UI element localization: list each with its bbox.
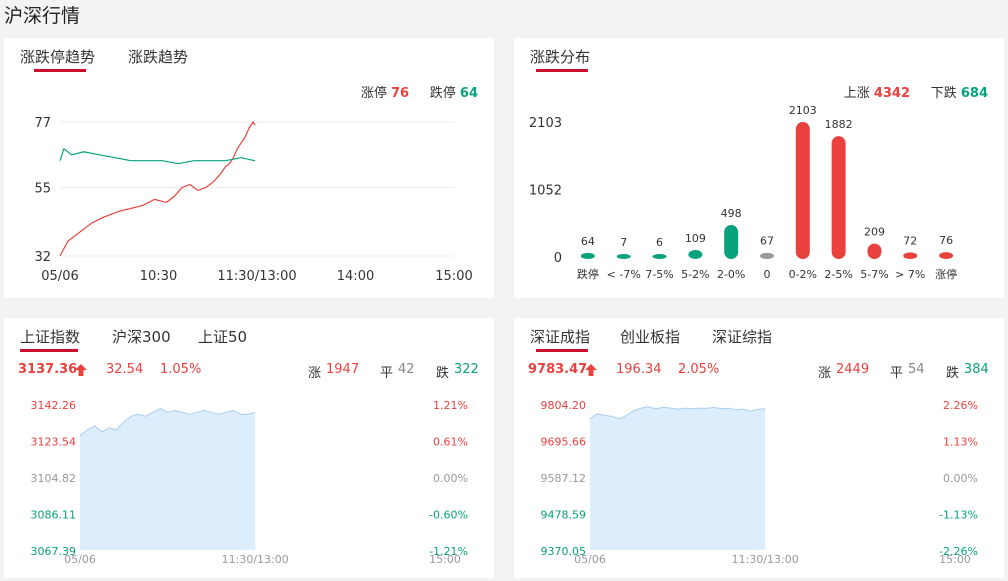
x-tick-label: 05/06 — [64, 553, 96, 566]
y-left-tick-label: 9478.59 — [541, 509, 587, 522]
x-tick-label: 15:00 — [435, 269, 472, 284]
sz-intraday-chart: 9804.20 2.26% 9695.66 1.13% 9587.12 0.00% 9478… — [541, 399, 979, 566]
sh-index-panel: 上证指数 沪深300 上证50 3137.36 32.54 1.05% 涨 19… — [4, 318, 494, 578]
sh-intraday-chart: 3142.26 1.21% 3123.54 0.61% 3104.82 0.00% 3086… — [31, 399, 469, 566]
x-tick-label: 15:00 — [429, 553, 461, 566]
x-tick-label: 05/06 — [574, 553, 606, 566]
y-tick-label: 55 — [34, 182, 51, 197]
y-left-tick-label: 3123.54 — [31, 436, 77, 449]
y-tick-label: 1052 — [529, 183, 562, 198]
limit-down-series-line — [59, 147, 256, 165]
x-tick-label: 15:00 — [939, 553, 971, 566]
distribution-bar — [831, 136, 846, 259]
y-left-tick-label: 3142.26 — [31, 399, 77, 412]
y-right-tick-label: 2.26% — [943, 399, 978, 412]
y-right-tick-label: -1.13% — [939, 509, 978, 522]
x-tick-label: 11:30/13:00 — [217, 269, 296, 284]
y-right-tick-label: 0.00% — [943, 472, 978, 485]
x-tick-label: 11:30/13:00 — [222, 553, 289, 566]
y-right-tick-label: 1.21% — [433, 399, 468, 412]
bar-value-label: 1882 — [825, 118, 853, 131]
x-tick-label: 14:00 — [337, 269, 374, 284]
y-left-tick-label: 9695.66 — [541, 436, 587, 449]
bar-value-label: 6 — [656, 236, 663, 249]
y-left-tick-label: 3104.82 — [31, 472, 77, 485]
distribution-bar — [688, 250, 703, 259]
distribution-bar — [903, 252, 918, 259]
distribution-panel: 涨跌分布 上涨 4342 下跌 684 2103 1052 0 64 跌停 7 < -7% 6… — [514, 38, 1004, 298]
y-tick-label: 32 — [34, 250, 51, 265]
limit-trend-chart: 77 55 32 05/06 10:30 11:30/13:00 14:00 15:00 — [34, 116, 472, 284]
category-label: 0 — [764, 268, 771, 281]
y-left-tick-label: 3086.11 — [31, 509, 77, 522]
limit-up-series-line — [59, 120, 256, 257]
y-right-tick-label: -0.60% — [429, 509, 468, 522]
x-tick-label: 10:30 — [140, 269, 177, 284]
distribution-bar — [724, 225, 739, 259]
y-tick-label: 0 — [554, 251, 562, 266]
bar-value-label: 72 — [903, 234, 917, 247]
x-tick-label: 11:30/13:00 — [732, 553, 799, 566]
category-label: > 7% — [895, 268, 925, 281]
distribution-bar — [760, 252, 774, 259]
bar-value-label: 109 — [685, 232, 706, 245]
category-label: 2-5% — [824, 268, 852, 281]
category-label: 5-2% — [681, 268, 709, 281]
x-tick-label: 05/06 — [41, 269, 78, 284]
index-area-fill — [590, 406, 766, 550]
category-label: 5-7% — [860, 268, 888, 281]
distribution-bar — [867, 243, 882, 259]
y-left-tick-label: 9804.20 — [541, 399, 587, 412]
bar-value-label: 7 — [620, 236, 627, 249]
y-tick-label: 77 — [34, 116, 51, 131]
category-label: 2-0% — [717, 268, 745, 281]
distribution-bar — [616, 254, 631, 259]
distribution-bar — [652, 254, 667, 259]
category-label: 0-2% — [789, 268, 817, 281]
bar-value-label: 498 — [721, 207, 742, 220]
page-title: 沪深行情 — [4, 5, 81, 27]
bar-value-label: 64 — [581, 235, 595, 248]
y-right-tick-label: 0.61% — [433, 436, 468, 449]
category-label: 跌停 — [577, 267, 599, 281]
distribution-bar — [939, 252, 954, 259]
y-right-tick-label: 1.13% — [943, 436, 978, 449]
bar-value-label: 76 — [939, 234, 953, 247]
distribution-chart: 2103 1052 0 64 跌停 7 < -7% 6 7-5% 109 5-2% 498 2-0% 67… — [529, 104, 957, 281]
bar-value-label: 67 — [760, 235, 774, 248]
limit-trend-panel: 涨跌停趋势 涨跌趋势 涨停 76 跌停 64 77 55 32 05/06 10:30 1… — [4, 38, 494, 298]
category-label: 7-5% — [645, 268, 673, 281]
sz-index-panel: 深证成指 创业板指 深证综指 9783.47 196.34 2.05% 涨 24… — [514, 318, 1004, 578]
y-right-tick-label: 0.00% — [433, 472, 468, 485]
bar-value-label: 2103 — [789, 104, 817, 117]
y-tick-label: 2103 — [529, 116, 562, 131]
bar-value-label: 209 — [864, 226, 885, 239]
y-left-tick-label: 9587.12 — [541, 472, 587, 485]
category-label: 涨停 — [935, 267, 957, 281]
category-label: < -7% — [607, 268, 641, 281]
distribution-bar — [795, 122, 810, 259]
distribution-bar — [580, 252, 595, 259]
